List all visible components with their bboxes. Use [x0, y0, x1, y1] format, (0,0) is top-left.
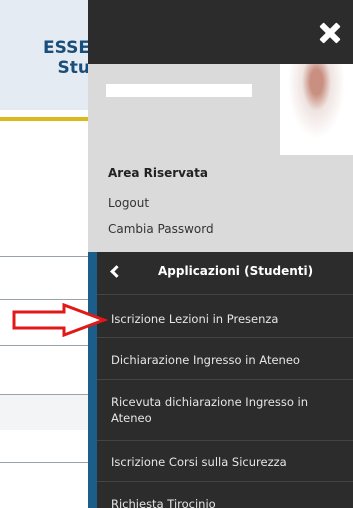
logout-link[interactable]: Logout	[108, 196, 149, 210]
close-icon[interactable]	[319, 22, 341, 44]
user-avatar	[280, 64, 353, 155]
background-accent-bar	[0, 117, 90, 121]
submenu-header[interactable]: Applicazioni (Studenti)	[97, 252, 353, 294]
red-arrow-icon	[12, 303, 108, 337]
background-title: ESSE Stu	[30, 38, 90, 78]
menu-item-corsi-sicurezza[interactable]: Iscrizione Corsi sulla Sicurezza	[97, 454, 353, 470]
side-menu-panel: Area Riservata Logout Cambia Password Ap…	[88, 0, 353, 508]
menu-item-ricevuta-dichiarazione[interactable]: Ricevuta dichiarazione Ingresso in Atene…	[97, 394, 353, 426]
menu-item-iscrizione-lezioni[interactable]: Iscrizione Lezioni in Presenza	[97, 311, 353, 327]
background-divider	[0, 394, 90, 395]
user-area-title: Area Riservata	[108, 166, 208, 180]
chevron-left-icon[interactable]	[110, 265, 123, 278]
user-name-redacted	[106, 84, 252, 97]
menu-item-richiesta-tirocinio[interactable]: Richiesta Tirocinio	[97, 496, 353, 508]
menu-separator	[97, 481, 353, 482]
menu-separator	[97, 294, 353, 295]
background-title-line-2: Stu	[57, 58, 90, 78]
change-password-link[interactable]: Cambia Password	[108, 222, 214, 236]
user-area: Area Riservata Logout Cambia Password	[88, 64, 353, 252]
submenu-title: Applicazioni (Studenti)	[158, 264, 314, 278]
menu-item-dichiarazione-ingresso[interactable]: Dichiarazione Ingresso in Ateneo	[97, 352, 353, 368]
menu-separator	[97, 440, 353, 441]
background-band	[0, 394, 90, 430]
background-divider	[0, 345, 90, 346]
background-title-line-1: ESSE	[43, 38, 90, 58]
submenu-accent-strip	[88, 252, 97, 508]
background-divider	[0, 299, 90, 300]
side-menu-top-bar	[88, 0, 353, 64]
background-divider	[0, 462, 90, 463]
menu-separator	[97, 379, 353, 380]
menu-separator	[97, 337, 353, 338]
background-divider	[0, 256, 90, 257]
